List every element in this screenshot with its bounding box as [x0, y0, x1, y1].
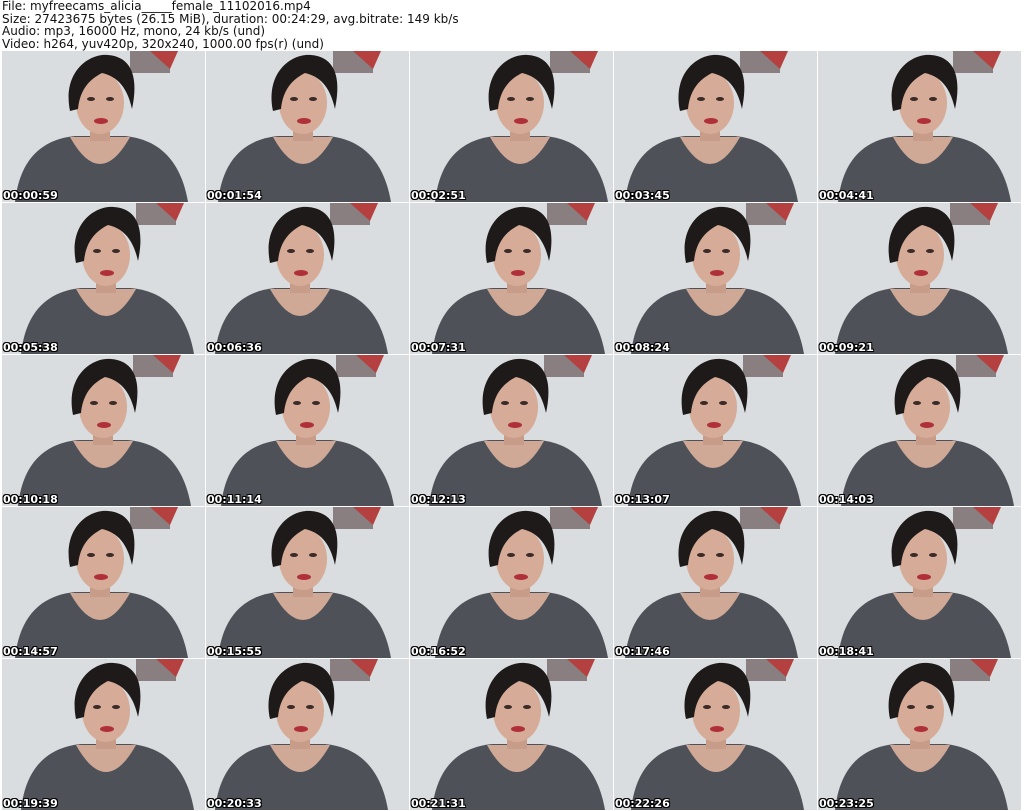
video-thumbnail[interactable]: 00:04:41: [818, 51, 1021, 202]
video-thumbnail[interactable]: 00:10:18: [2, 355, 205, 506]
frame-image: [206, 51, 409, 202]
frame-image: [206, 203, 409, 354]
file-name: File: myfreecams_alicia_____female_11102…: [2, 0, 311, 13]
frame-image: [206, 355, 409, 506]
frame-image: [2, 507, 205, 658]
frame-image: [410, 51, 613, 202]
timestamp: 00:14:03: [819, 493, 874, 506]
video-thumbnail[interactable]: 00:19:39: [2, 659, 205, 810]
timestamp: 00:05:38: [3, 341, 58, 354]
timestamp: 00:18:41: [819, 645, 874, 658]
timestamp: 00:03:45: [615, 189, 670, 202]
frame-image: [614, 51, 817, 202]
timestamp: 00:23:25: [819, 797, 874, 810]
timestamp: 00:16:52: [411, 645, 466, 658]
video-thumbnail[interactable]: 00:18:41: [818, 507, 1021, 658]
frame-image: [410, 355, 613, 506]
video-thumbnail[interactable]: 00:00:59: [2, 51, 205, 202]
video-thumbnail[interactable]: 00:03:45: [614, 51, 817, 202]
video-thumbnail[interactable]: 00:13:07: [614, 355, 817, 506]
frame-image: [2, 659, 205, 810]
video-thumbnail[interactable]: 00:14:03: [818, 355, 1021, 506]
video-thumbnail[interactable]: 00:09:21: [818, 203, 1021, 354]
frame-image: [818, 355, 1021, 506]
video-thumbnail[interactable]: 00:15:55: [206, 507, 409, 658]
timestamp: 00:14:57: [3, 645, 58, 658]
video-thumbnail[interactable]: 00:05:38: [2, 203, 205, 354]
audio-info: Audio: mp3, 16000 Hz, mono, 24 kb/s (und…: [2, 24, 266, 38]
thumbnail-grid: 00:00:59 00:01:54 00:02:51 00:03:45 00:0…: [2, 51, 1021, 810]
video-thumbnail[interactable]: 00:08:24: [614, 203, 817, 354]
timestamp: 00:17:46: [615, 645, 670, 658]
frame-image: [206, 659, 409, 810]
timestamp: 00:20:33: [207, 797, 262, 810]
timestamp: 00:08:24: [615, 341, 670, 354]
timestamp: 00:07:31: [411, 341, 466, 354]
frame-image: [2, 355, 205, 506]
timestamp: 00:00:59: [3, 189, 58, 202]
timestamp: 00:21:31: [411, 797, 466, 810]
timestamp: 00:19:39: [3, 797, 58, 810]
video-thumbnail[interactable]: 00:06:36: [206, 203, 409, 354]
timestamp: 00:04:41: [819, 189, 874, 202]
timestamp: 00:02:51: [411, 189, 466, 202]
frame-image: [2, 51, 205, 202]
frame-image: [818, 507, 1021, 658]
video-thumbnail[interactable]: 00:20:33: [206, 659, 409, 810]
video-thumbnail[interactable]: 00:22:26: [614, 659, 817, 810]
frame-image: [410, 203, 613, 354]
timestamp: 00:22:26: [615, 797, 670, 810]
frame-image: [614, 355, 817, 506]
video-thumbnail[interactable]: 00:12:13: [410, 355, 613, 506]
timestamp: 00:11:14: [207, 493, 262, 506]
video-thumbnail[interactable]: 00:02:51: [410, 51, 613, 202]
video-thumbnail[interactable]: 00:01:54: [206, 51, 409, 202]
frame-image: [614, 507, 817, 658]
timestamp: 00:06:36: [207, 341, 262, 354]
timestamp: 00:12:13: [411, 493, 466, 506]
video-thumbnail[interactable]: 00:11:14: [206, 355, 409, 506]
video-thumbnail[interactable]: 00:16:52: [410, 507, 613, 658]
frame-image: [410, 659, 613, 810]
frame-image: [614, 203, 817, 354]
frame-image: [2, 203, 205, 354]
timestamp: 00:09:21: [819, 341, 874, 354]
timestamp: 00:15:55: [207, 645, 262, 658]
video-thumbnail[interactable]: 00:23:25: [818, 659, 1021, 810]
video-thumbnail[interactable]: 00:07:31: [410, 203, 613, 354]
frame-image: [410, 507, 613, 658]
timestamp: 00:13:07: [615, 493, 670, 506]
video-thumbnail[interactable]: 00:21:31: [410, 659, 613, 810]
frame-image: [818, 203, 1021, 354]
timestamp: 00:10:18: [3, 493, 58, 506]
video-thumbnail[interactable]: 00:14:57: [2, 507, 205, 658]
video-info: Video: h264, yuv420p, 320x240, 1000.00 f…: [2, 36, 324, 51]
frame-image: [206, 507, 409, 658]
frame-image: [818, 51, 1021, 202]
file-info: File: myfreecams_alicia_____female_11102…: [2, 0, 459, 50]
video-thumbnail[interactable]: 00:17:46: [614, 507, 817, 658]
frame-image: [614, 659, 817, 810]
timestamp: 00:01:54: [207, 189, 262, 202]
frame-image: [818, 659, 1021, 810]
